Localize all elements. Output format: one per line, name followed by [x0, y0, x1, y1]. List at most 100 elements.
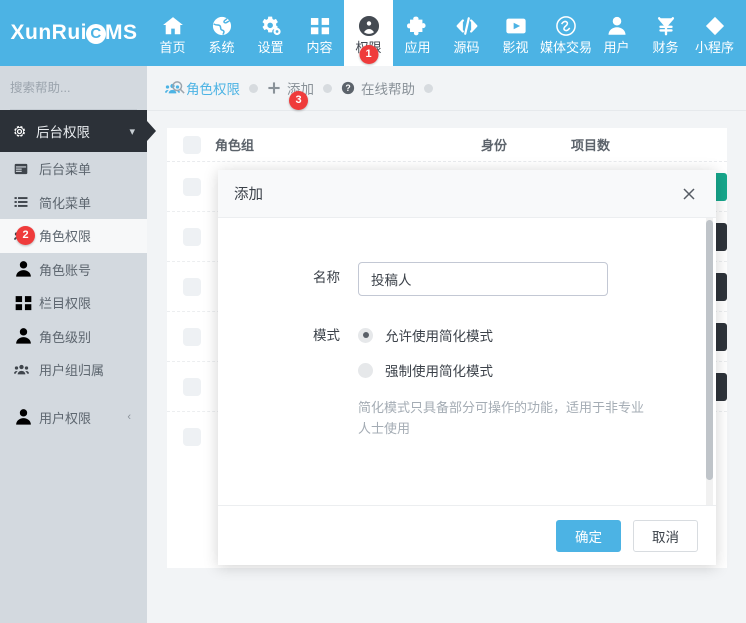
nav-item-label: 财务	[652, 39, 679, 55]
modal-header: 添加	[218, 170, 716, 218]
name-input[interactable]	[358, 262, 608, 296]
chevron-down-icon[interactable]: ▾	[129, 125, 135, 138]
breadcrumb-badge: 3	[289, 91, 308, 110]
nav-item-3[interactable]: 设置	[246, 0, 295, 66]
brand-logo[interactable]: XunRui C MS	[0, 0, 148, 66]
sidebar-item-label: 用户权限	[39, 410, 92, 426]
sidebar-item-label: 后台菜单	[39, 162, 92, 178]
grid-icon	[309, 14, 331, 38]
user-icon	[606, 14, 628, 38]
row-checkbox[interactable]	[183, 428, 201, 446]
sidebar-item-label: 简化菜单	[39, 195, 92, 211]
modal-title: 添加	[234, 187, 263, 203]
radio-dot	[362, 332, 369, 338]
row-checkbox[interactable]	[183, 277, 201, 296]
plus-icon	[267, 81, 281, 95]
modal-footer: 确定 取消	[218, 505, 716, 565]
mode-radio-label: 强制使用简化模式	[385, 364, 493, 379]
nav-item-8[interactable]: 影视	[491, 0, 540, 66]
sidebar-group-label: 后台权限	[36, 125, 90, 140]
nav-item-5[interactable]: 权限1	[344, 0, 393, 66]
sidebar-item-4[interactable]: 角色账号	[0, 253, 147, 287]
cancel-button[interactable]: 取消	[633, 519, 698, 552]
breadcrumb-label: 角色权限	[186, 82, 240, 97]
name-form-row: 名称	[218, 262, 716, 296]
sidebar-item-6[interactable]: 角色级别	[0, 320, 147, 354]
window-icon	[14, 162, 33, 176]
top-navbar: XunRuiCMS 首页 系统 设置 内容权限1 应用 源码 影视媒体交易用户 财务小程序	[0, 0, 746, 66]
nav-item-10[interactable]: 用户	[592, 0, 641, 66]
nav-item-label: 系统	[208, 39, 235, 55]
nav-item-6[interactable]: 应用	[393, 0, 442, 66]
sidebar-search[interactable]	[10, 66, 185, 110]
mode-label: 模式	[313, 328, 340, 343]
video-icon	[505, 14, 527, 38]
add-role-modal: 添加 名称 模式 允许使用简化模式强制使用简化模式 简化模式只具备部分	[218, 170, 716, 565]
nav-item-12[interactable]: 小程序	[690, 0, 739, 66]
brand-text-right: MS	[105, 21, 138, 44]
sidebar-item-label: 用户组归属	[39, 363, 105, 379]
nav-item-4[interactable]: 内容	[295, 0, 344, 66]
top-nav-items: 首页 系统 设置 内容权限1 应用 源码 影视媒体交易用户 财务小程序	[148, 0, 746, 66]
sidebar-item-5[interactable]: 栏目权限	[0, 286, 147, 320]
sidebar-item-2[interactable]: 简化菜单	[0, 186, 147, 220]
nav-item-2[interactable]: 系统	[197, 0, 246, 66]
row-checkbox[interactable]	[183, 377, 201, 396]
user-icon	[14, 325, 33, 347]
mode-form-row: 模式 允许使用简化模式 强制使用简化模式 简化模式只具备部分可操作的功能，适用于非…	[218, 320, 716, 439]
sidebar-item-8[interactable]: 用户权限 ‹	[0, 401, 147, 435]
nav-item-1[interactable]: 首页	[148, 0, 197, 66]
sidebar-item-label: 角色权限	[39, 229, 92, 245]
radio-icon[interactable]	[358, 362, 373, 378]
question-icon: ?	[341, 81, 355, 95]
mode-radio-2[interactable]: 强制使用简化模式	[358, 355, 656, 385]
user-icon	[14, 258, 33, 280]
mode-radio-1[interactable]: 允许使用简化模式	[358, 320, 656, 350]
breadcrumb-item-3[interactable]: ? 在线帮助	[341, 78, 415, 98]
nav-item-11[interactable]: 财务	[641, 0, 690, 66]
user-icon	[14, 406, 33, 428]
col-header-identity: 身份	[481, 138, 508, 153]
search-input[interactable]	[10, 80, 171, 95]
diamond-icon	[704, 14, 726, 38]
row-checkbox[interactable]	[183, 177, 201, 196]
media-exchange-icon	[555, 14, 577, 38]
sidebar-item-1[interactable]: 后台菜单	[0, 152, 147, 186]
home-icon	[162, 14, 184, 38]
globe-icon	[211, 14, 233, 38]
yuan-icon	[655, 14, 677, 38]
row-checkbox[interactable]	[183, 227, 201, 246]
sidebar-item-label: 栏目权限	[39, 296, 92, 312]
breadcrumb-link[interactable]: ? 在线帮助	[341, 78, 415, 98]
sidebar: 后台权限 ▾ 后台菜单简化菜单角色权限2 角色账号栏目权限角色级别用户组归属用户权…	[0, 66, 185, 623]
flame-icon: C	[86, 24, 106, 44]
puzzle-icon	[406, 14, 429, 38]
nav-item-label: 小程序	[695, 39, 735, 55]
close-icon[interactable]	[678, 183, 700, 205]
breadcrumb-item-2[interactable]: 添加 3	[267, 78, 314, 110]
gear-icon	[12, 124, 27, 139]
breadcrumb: 角色权限 添加 3? 在线帮助	[147, 66, 746, 111]
nav-item-label: 设置	[257, 39, 284, 55]
grid-icon	[14, 292, 33, 314]
nav-item-label: 首页	[159, 39, 186, 55]
select-all-checkbox[interactable]	[183, 135, 201, 154]
sidebar-item-label: 角色账号	[39, 262, 92, 278]
nav-item-7[interactable]: 源码	[442, 0, 491, 66]
sidebar-group-header[interactable]: 后台权限 ▾	[0, 110, 156, 152]
nav-item-label: 影视	[502, 39, 529, 55]
breadcrumb-separator-dot	[424, 83, 433, 93]
radio-icon[interactable]	[358, 327, 373, 343]
search-icon[interactable]	[171, 80, 186, 95]
name-label: 名称	[313, 270, 340, 285]
modal-scrollbar-thumb[interactable]	[706, 220, 713, 480]
sidebar-item-label: 角色级别	[39, 329, 92, 345]
breadcrumb-label: 在线帮助	[361, 82, 415, 97]
name-control	[358, 262, 716, 296]
confirm-button[interactable]: 确定	[556, 519, 621, 552]
row-checkbox[interactable]	[183, 327, 201, 346]
sidebar-item-3[interactable]: 角色权限 2	[0, 219, 147, 253]
chevron-left-icon[interactable]: ‹	[127, 411, 131, 423]
sidebar-item-7[interactable]: 用户组归属	[0, 353, 147, 387]
nav-item-9[interactable]: 媒体交易	[540, 0, 592, 66]
